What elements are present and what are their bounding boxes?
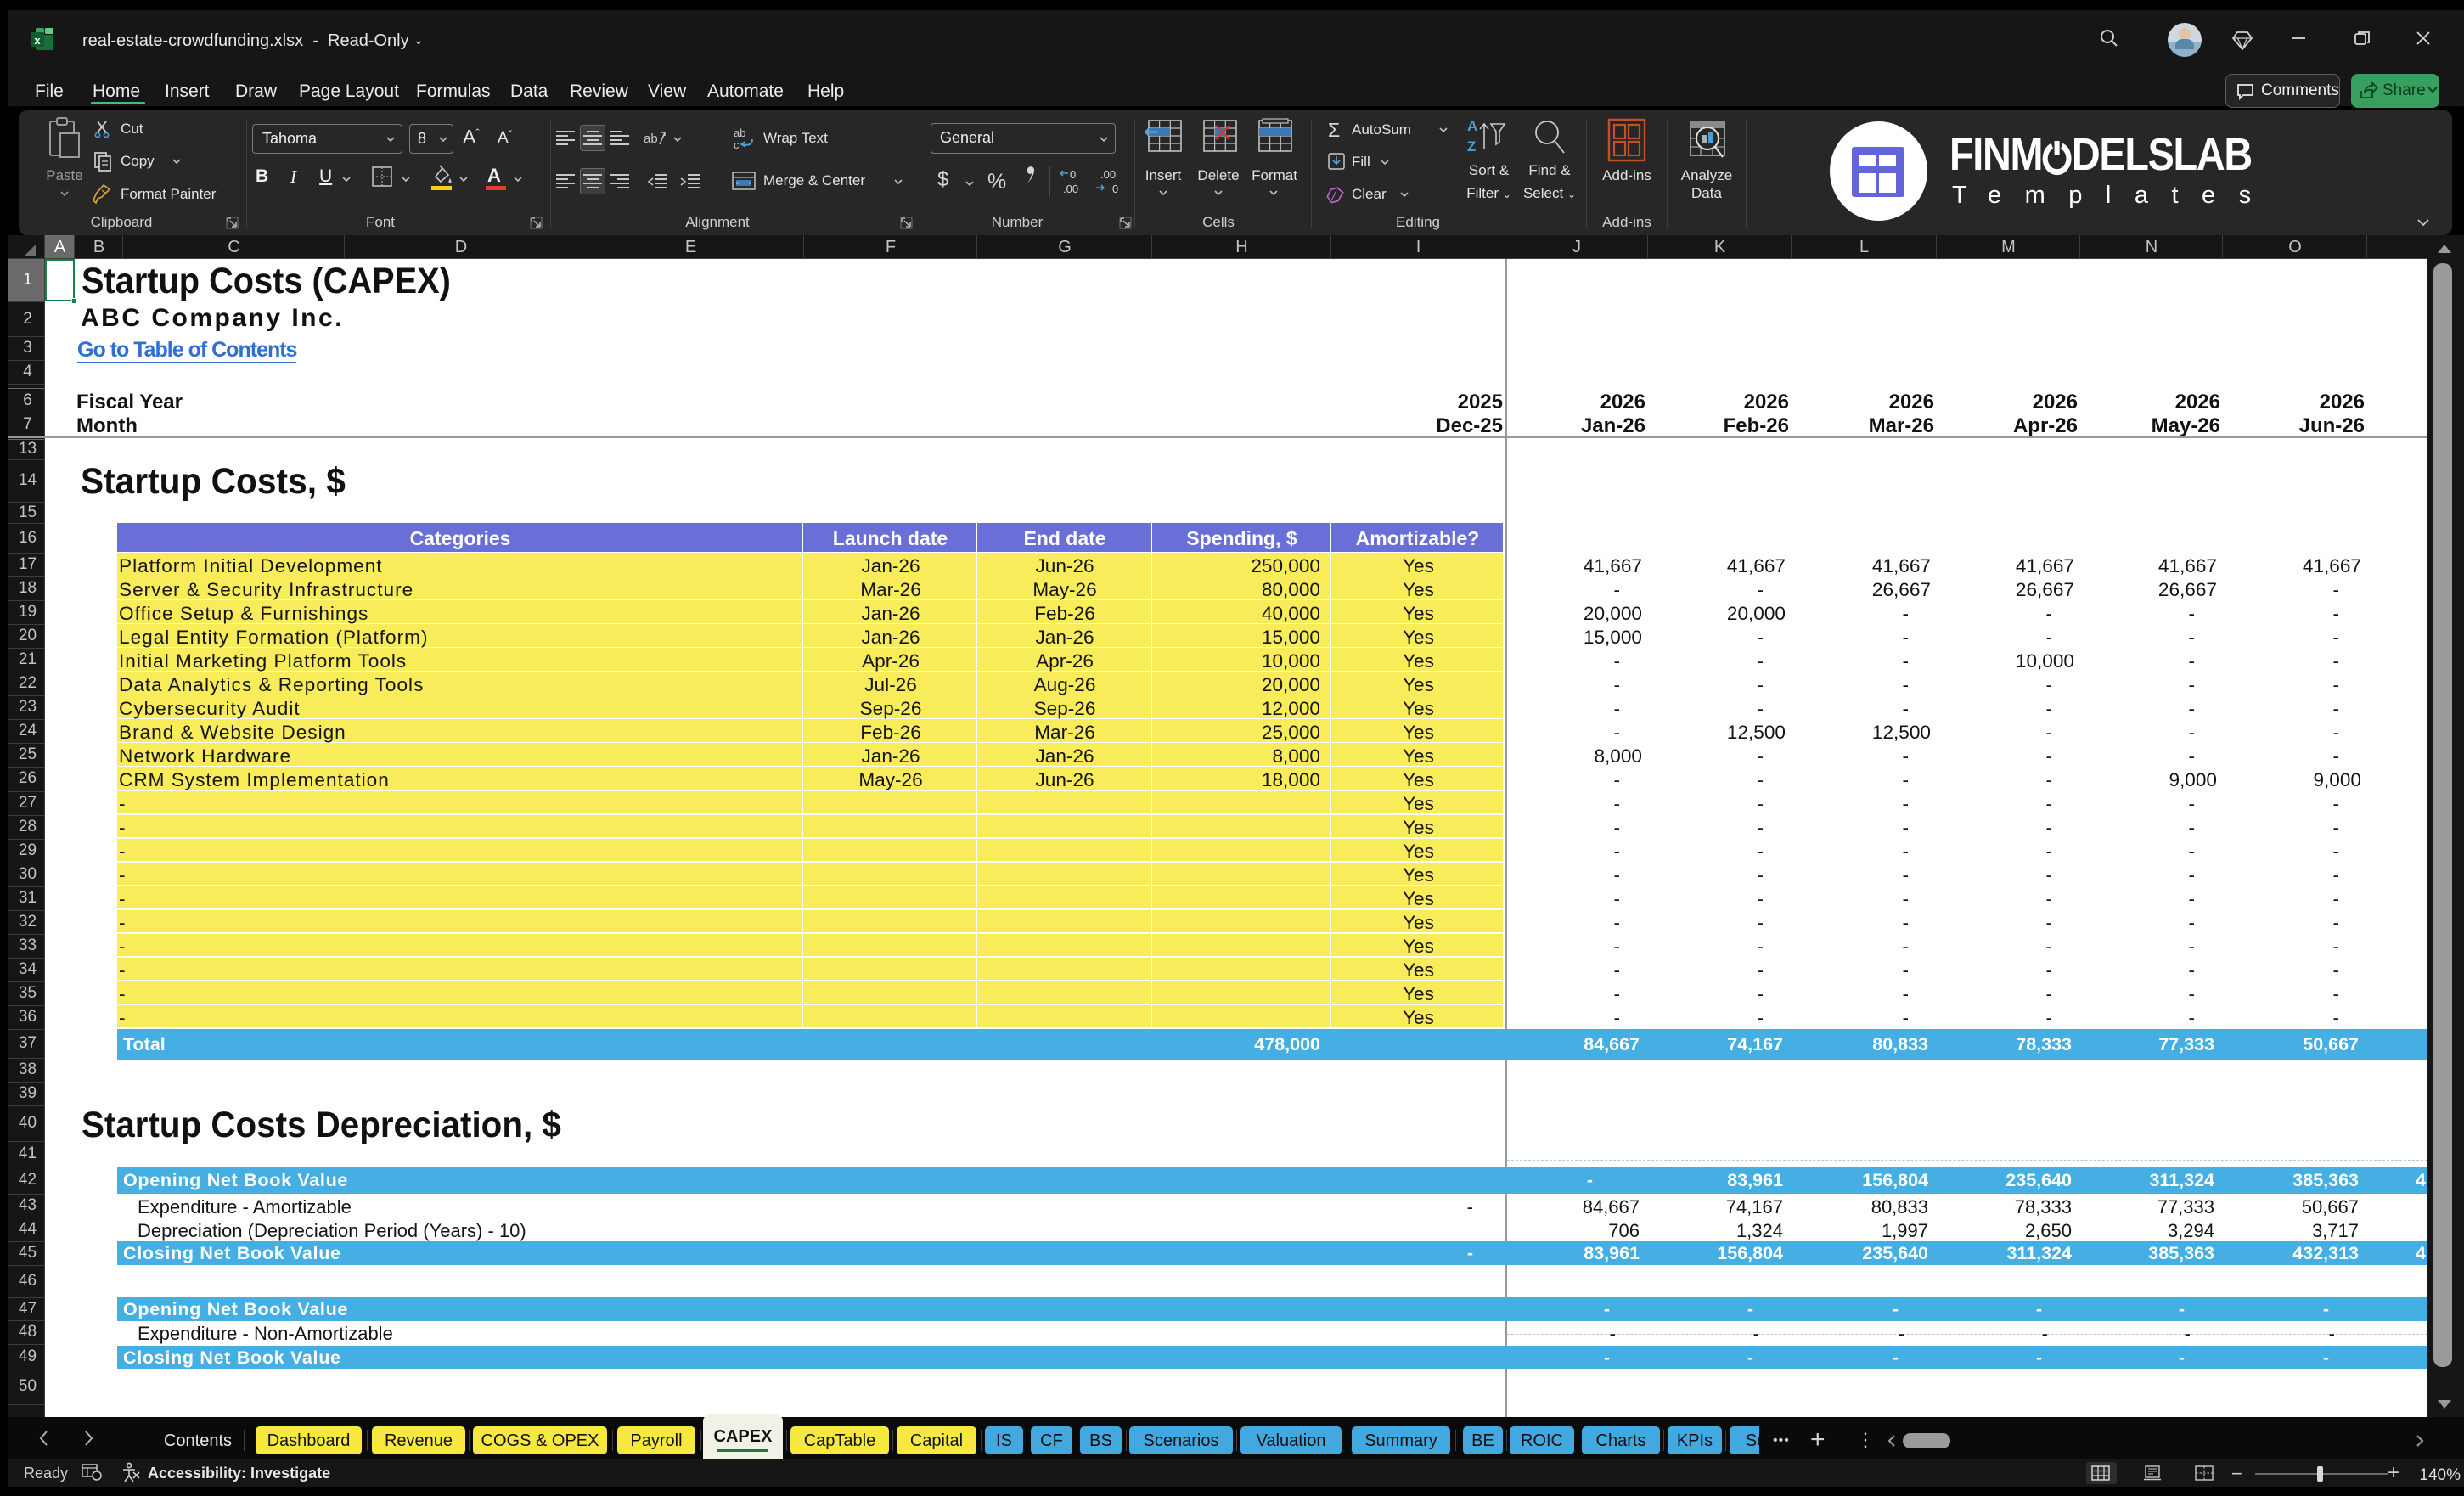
svg-text:0: 0 bbox=[1070, 168, 1076, 181]
svg-text:ab: ab bbox=[734, 127, 745, 139]
svg-text:.00: .00 bbox=[1063, 183, 1078, 195]
svg-text:ab: ab bbox=[644, 132, 658, 146]
svg-text:0: 0 bbox=[1112, 183, 1118, 195]
svg-text:.00: .00 bbox=[1100, 168, 1116, 181]
svg-text:c: c bbox=[734, 138, 740, 151]
svg-text:Z: Z bbox=[1467, 138, 1476, 155]
svg-text:x: x bbox=[34, 34, 41, 47]
svg-text:A: A bbox=[1467, 118, 1477, 134]
